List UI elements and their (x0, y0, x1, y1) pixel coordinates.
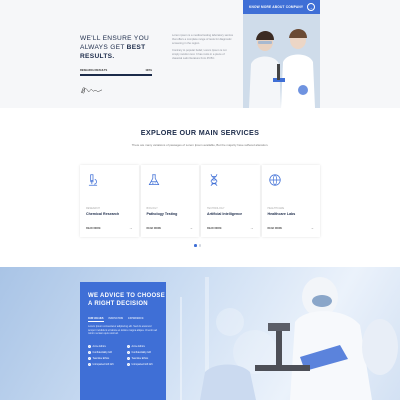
signature-icon (81, 87, 103, 94)
card-title: Chemical Research (86, 212, 120, 216)
advice-tabs: OUR VALUES INNOVATION EXPERIENCE (88, 317, 144, 322)
list-item: ✓ Confidentiality Gift (127, 351, 158, 354)
carousel-dot[interactable] (194, 244, 197, 247)
dna-icon (210, 174, 218, 186)
arrow-right-icon[interactable]: → (250, 226, 253, 230)
list-item-label: Teamline Ethics (131, 357, 149, 360)
microscope-icon (88, 174, 98, 186)
services-title-bold: MAIN SERVICES (198, 128, 260, 137)
hero-paragraph-2: Contrary to popular belief, Lorem Ipsum … (172, 49, 227, 60)
list-item-label: Unimpaired Gift Gift (131, 363, 153, 366)
list-item-label: Acme Ethics (92, 345, 106, 348)
arrow-right-icon[interactable]: → (129, 226, 132, 230)
carousel-dot[interactable] (198, 244, 202, 247)
hero-title-line2-bold: BEST (126, 44, 146, 51)
check-icon: ✓ (127, 363, 130, 366)
scientists-photo (243, 0, 320, 108)
list-item-label: Unimpaired Gift Gift (92, 363, 114, 366)
advice-title-line2: A RIGHT DECISION (88, 301, 148, 307)
progress-label: RESEARCH RESULTS (80, 69, 108, 72)
know-more-button[interactable]: KNOW MORE ABOUT COMPANY → (243, 0, 320, 14)
check-icon: ✓ (127, 351, 130, 354)
list-item-label: Acme Ethics (131, 345, 145, 348)
list-item-label: Confidentiality Gift (92, 351, 112, 354)
advice-list: ✓ Acme Ethics ✓ Acme Ethics ✓ Confidentiali… (88, 345, 158, 366)
list-item: ✓ Confidentiality Gift (88, 351, 119, 354)
advice-title-line1: WE ADVICE TO CHOOSE (88, 293, 166, 299)
service-card-pathology-testing[interactable]: Biology Pathology Testing READ MORE → (140, 165, 199, 237)
advice-title: WE ADVICE TO CHOOSE A RIGHT DECISION (88, 292, 165, 308)
list-item: ✓ Teamline Ethics (88, 357, 119, 360)
arrow-right-icon[interactable]: → (311, 226, 314, 230)
lab-illustration (150, 277, 398, 400)
services-title-regular: EXPLORE OUR (140, 128, 199, 137)
about-section: WE'LL ENSURE YOU ALWAYS GET BEST RESULTS… (0, 0, 400, 108)
flask-icon (148, 174, 159, 186)
services-title: EXPLORE OUR MAIN SERVICES (0, 128, 400, 137)
carousel-dots (194, 244, 202, 247)
progress-bar (80, 74, 152, 76)
list-item: ✓ Teamline Ethics (127, 357, 158, 360)
hero-title-line3: RESULTS. (80, 53, 115, 60)
progress-label-row: RESEARCH RESULTS 100% (80, 69, 152, 72)
globe-icon (268, 174, 281, 186)
advice-text: Lorem Ipsum consectetur adipiscing elit.… (88, 325, 158, 336)
scientists-illustration (243, 0, 320, 108)
tab-our-values[interactable]: OUR VALUES (88, 317, 104, 322)
know-more-label: KNOW MORE ABOUT COMPANY (249, 5, 304, 9)
tab-innovation[interactable]: INNOVATION (109, 317, 124, 322)
card-title: Artificial Intelligence (207, 212, 243, 216)
card-title: Pathology Testing (146, 212, 178, 216)
check-icon: ✓ (88, 345, 91, 348)
list-item: ✓ Acme Ethics (127, 345, 158, 348)
card-category: Healthcare (267, 207, 285, 210)
service-card-chemical-research[interactable]: Research Chemical Research READ MORE → (80, 165, 139, 237)
read-more-link[interactable]: READ MORE (86, 227, 101, 230)
card-category: Biology (146, 207, 158, 210)
check-icon: ✓ (127, 345, 130, 348)
card-title: Healthcare Labs (267, 212, 296, 216)
tab-experience[interactable]: EXPERIENCE (128, 317, 143, 322)
check-icon: ✓ (88, 351, 91, 354)
hero-description: Lorem ipsum is a medical testing laborat… (172, 34, 234, 61)
list-item-label: Confidentiality Gift (131, 351, 151, 354)
check-icon: ✓ (88, 363, 91, 366)
card-category: Technology (207, 207, 225, 210)
list-item: ✓ Unimpaired Gift Gift (127, 363, 158, 366)
hero-title-line2: ALWAYS GET (80, 44, 127, 51)
read-more-link[interactable]: READ MORE (207, 227, 222, 230)
lab-photo (0, 267, 400, 400)
service-card-healthcare-labs[interactable]: Healthcare Healthcare Labs READ MORE → (261, 165, 320, 237)
advice-box: WE ADVICE TO CHOOSE A RIGHT DECISION OUR… (80, 282, 166, 400)
service-cards: Research Chemical Research READ MORE → B… (80, 165, 320, 237)
list-item: ✓ Acme Ethics (88, 345, 119, 348)
list-item-label: Teamline Ethics (92, 357, 110, 360)
card-category: Research (86, 207, 100, 210)
check-icon: ✓ (127, 357, 130, 360)
services-subtitle: There are many variations of passages of… (131, 143, 269, 147)
service-card-artificial-intelligence[interactable]: Technology Artificial Intelligence READ … (201, 165, 260, 237)
list-item: ✓ Unimpaired Gift Gift (88, 363, 119, 366)
check-icon: ✓ (88, 357, 91, 360)
read-more-link[interactable]: READ MORE (147, 227, 162, 230)
progress-bar-fill (80, 74, 152, 76)
progress-value: 100% (145, 69, 152, 72)
arrow-right-icon: → (307, 3, 315, 11)
hero-paragraph-1: Lorem ipsum is a medical testing laborat… (172, 34, 234, 45)
arrow-right-icon[interactable]: → (190, 226, 193, 230)
read-more-link[interactable]: READ MORE (268, 227, 283, 230)
